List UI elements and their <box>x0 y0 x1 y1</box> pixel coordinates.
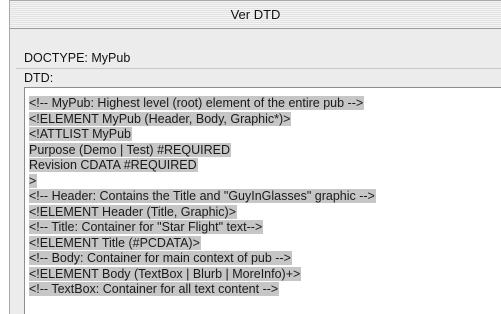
dtd-line: <!ELEMENT Body (TextBox | Blurb | MoreIn… <box>29 266 501 283</box>
dtd-line-text: <!ELEMENT Body (TextBox | Blurb | MoreIn… <box>29 266 302 281</box>
dtd-line-text: <!ELEMENT MyPub (Header, Body, Graphic*)… <box>29 111 292 126</box>
ver-dtd-window: Ver DTD DOCTYPE: MyPub DTD: <!-- MyPub: … <box>9 0 501 314</box>
dtd-line-text: <!-- Header: Contains the Title and "Guy… <box>29 189 376 203</box>
dtd-line-text: <!ELEMENT Title (#PCDATA)> <box>29 235 201 250</box>
dtd-line-text: <!-- MyPub: Highest level (root) element… <box>29 96 365 110</box>
dtd-line: <!ATTLIST MyPub <box>29 127 501 143</box>
doctype-label: DOCTYPE: MyPub <box>24 51 131 65</box>
dtd-line-text: Revision CDATA #REQUIRED <box>29 158 198 172</box>
dtd-text-area[interactable]: <!-- MyPub: Highest level (root) element… <box>24 87 501 314</box>
dtd-line: <!-- Body: Container for main context of… <box>29 251 501 267</box>
window-titlebar[interactable]: Ver DTD <box>10 1 501 29</box>
dtd-line-text: <!ATTLIST MyPub <box>29 127 133 141</box>
dtd-label: DTD: <box>24 71 54 85</box>
dtd-line-text: Purpose (Demo | Test) #REQUIRED <box>29 142 231 157</box>
dtd-line: <!ELEMENT Title (#PCDATA)> <box>29 235 501 252</box>
dtd-lines: <!-- MyPub: Highest level (root) element… <box>25 88 501 298</box>
dtd-line: <!ELEMENT MyPub (Header, Body, Graphic*)… <box>29 111 501 128</box>
dtd-line: > <box>29 173 501 190</box>
dtd-line-text: <!-- TextBox: Container for all text con… <box>29 282 280 296</box>
separator <box>16 68 501 69</box>
dtd-line: Purpose (Demo | Test) #REQUIRED <box>29 142 501 159</box>
dtd-line-text: > <box>29 173 38 188</box>
dtd-line-text: <!ELEMENT Header (Title, Graphic)> <box>29 204 238 219</box>
dtd-line: <!ELEMENT Header (Title, Graphic)> <box>29 204 501 221</box>
dtd-line: <!-- TextBox: Container for all text con… <box>29 282 501 298</box>
dtd-line-text: <!-- Title: Container for "Star Flight" … <box>29 220 264 234</box>
dtd-line: Revision CDATA #REQUIRED <box>29 158 501 174</box>
window-title: Ver DTD <box>230 7 281 22</box>
dtd-line: <!-- MyPub: Highest level (root) element… <box>29 96 501 112</box>
dtd-line: <!-- Title: Container for "Star Flight" … <box>29 220 501 236</box>
dtd-line: <!-- Header: Contains the Title and "Guy… <box>29 189 501 205</box>
dtd-line-text: <!-- Body: Container for main context of… <box>29 251 292 265</box>
